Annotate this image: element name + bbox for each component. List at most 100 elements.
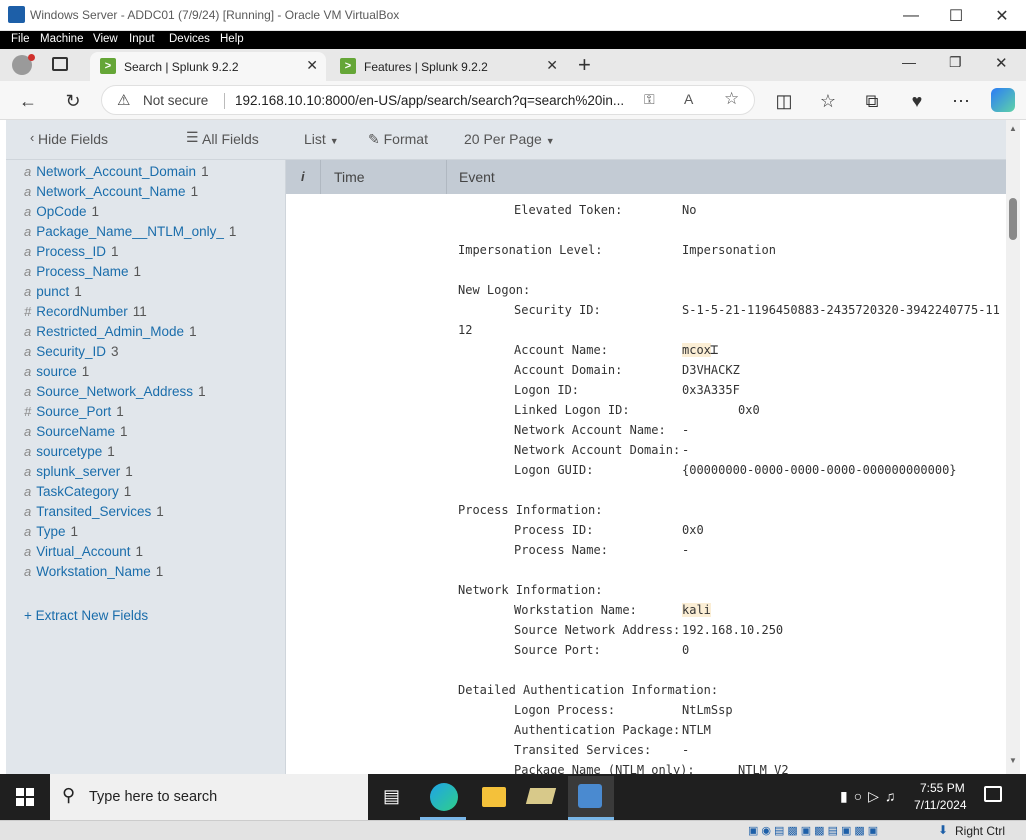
field-item[interactable]: a Restricted_Admin_Mode 1: [24, 324, 197, 339]
format-button[interactable]: ✎ Format: [368, 131, 428, 148]
field-item[interactable]: a Source_Network_Address 1: [24, 384, 206, 399]
windows-start-icon[interactable]: [16, 788, 34, 806]
field-item[interactable]: a Network_Account_Name 1: [24, 184, 198, 199]
close-icon[interactable]: ✕: [979, 0, 1025, 31]
field-item[interactable]: a Transited_Services 1: [24, 504, 164, 519]
minimize-icon[interactable]: —: [902, 54, 916, 70]
field-item[interactable]: a Security_ID 3: [24, 344, 119, 359]
field-name[interactable]: Type: [36, 524, 65, 539]
field-item[interactable]: a Virtual_Account 1: [24, 544, 143, 559]
field-name[interactable]: Restricted_Admin_Mode: [36, 324, 184, 339]
field-item[interactable]: a Network_Account_Domain 1: [24, 164, 209, 179]
field-name[interactable]: sourcetype: [36, 444, 102, 459]
browser-essentials-icon[interactable]: ♥: [905, 89, 929, 113]
task-view-icon[interactable]: ▤: [383, 786, 400, 807]
field-item[interactable]: a Process_ID 1: [24, 244, 119, 259]
notification-icon[interactable]: [984, 786, 1002, 802]
results-scrollbar[interactable]: ▲ ▼: [1006, 120, 1020, 774]
column-info[interactable]: i: [301, 169, 305, 184]
server-manager-icon[interactable]: [525, 788, 557, 804]
field-name[interactable]: Security_ID: [36, 344, 106, 359]
chevron-left-icon[interactable]: ‹: [30, 130, 34, 145]
field-name[interactable]: RecordNumber: [36, 304, 128, 319]
all-fields-button[interactable]: All Fields: [202, 131, 259, 147]
refresh-icon[interactable]: ↻: [61, 89, 85, 113]
field-name[interactable]: Package_Name__NTLM_only_: [36, 224, 224, 239]
list-view-dropdown[interactable]: List ▼: [304, 131, 339, 147]
favorites-icon[interactable]: ☆: [816, 89, 840, 113]
field-name[interactable]: punct: [36, 284, 69, 299]
field-name[interactable]: Workstation_Name: [36, 564, 151, 579]
field-name[interactable]: Transited_Services: [36, 504, 151, 519]
field-name[interactable]: Source_Port: [36, 404, 111, 419]
copilot-icon[interactable]: [991, 88, 1015, 112]
field-item[interactable]: a splunk_server 1: [24, 464, 133, 479]
field-item[interactable]: a Process_Name 1: [24, 264, 141, 279]
maximize-icon[interactable]: ☐: [933, 0, 979, 31]
new-tab-icon[interactable]: +: [578, 52, 591, 78]
close-tab-icon[interactable]: ✕: [546, 57, 558, 74]
tray-icons[interactable]: ▮○▷♫: [840, 788, 901, 805]
field-item[interactable]: a OpCode 1: [24, 204, 99, 219]
favorite-star-icon[interactable]: ☆: [724, 89, 739, 109]
collections-icon[interactable]: ⧉: [860, 89, 884, 113]
close-icon[interactable]: ✕: [995, 54, 1008, 72]
field-name[interactable]: source: [36, 364, 77, 379]
per-page-dropdown[interactable]: 20 Per Page ▼: [464, 131, 555, 147]
field-name[interactable]: Source_Network_Address: [36, 384, 193, 399]
field-item[interactable]: a Workstation_Name 1: [24, 564, 163, 579]
key-icon[interactable]: ⚿: [644, 91, 655, 108]
field-item[interactable]: a Package_Name__NTLM_only_ 1: [24, 224, 236, 239]
field-item[interactable]: a Type 1: [24, 524, 78, 539]
field-item[interactable]: a TaskCategory 1: [24, 484, 131, 499]
field-name[interactable]: TaskCategory: [36, 484, 119, 499]
field-name[interactable]: Virtual_Account: [36, 544, 130, 559]
event-field-value-highlighted[interactable]: mcox: [682, 343, 711, 357]
field-item[interactable]: a SourceName 1: [24, 424, 128, 439]
field-name[interactable]: Network_Account_Domain: [36, 164, 196, 179]
menu-file[interactable]: File: [11, 33, 30, 45]
tab-search-splunk[interactable]: > Search | Splunk 9.2.2 ✕: [90, 52, 326, 81]
tab-actions-icon[interactable]: [52, 57, 68, 71]
scroll-up-icon[interactable]: ▲: [1009, 124, 1017, 133]
split-screen-icon[interactable]: ◫: [772, 89, 796, 113]
edge-app-icon[interactable]: [430, 783, 458, 811]
scrollbar-thumb[interactable]: [1009, 198, 1017, 240]
security-status[interactable]: Not secure: [143, 93, 208, 108]
menu-input[interactable]: Input: [129, 33, 155, 45]
close-tab-icon[interactable]: ✕: [306, 57, 318, 74]
menu-help[interactable]: Help: [220, 33, 244, 45]
address-bar[interactable]: ⚠ Not secure 192.168.10.10:8000/en-US/ap…: [101, 85, 755, 115]
field-name[interactable]: splunk_server: [36, 464, 120, 479]
field-name[interactable]: OpCode: [36, 204, 86, 219]
field-item[interactable]: # RecordNumber 11: [24, 304, 147, 319]
field-name[interactable]: Network_Account_Name: [36, 184, 185, 199]
field-name[interactable]: Process_ID: [36, 244, 106, 259]
more-options-icon[interactable]: ⋯: [949, 89, 973, 113]
field-name[interactable]: SourceName: [36, 424, 115, 439]
scroll-down-icon[interactable]: ▼: [1009, 756, 1017, 765]
device-status-icons[interactable]: ▣◉▤▩▣▩▤▣▩▣: [748, 824, 881, 837]
restore-icon[interactable]: ❐: [949, 54, 962, 71]
field-item[interactable]: a punct 1: [24, 284, 82, 299]
tab-features-splunk[interactable]: > Features | Splunk 9.2.2 ✕: [330, 52, 566, 81]
field-item[interactable]: a sourcetype 1: [24, 444, 115, 459]
read-aloud-icon[interactable]: A: [684, 91, 693, 107]
taskbar-search[interactable]: ⚲ Type here to search: [50, 774, 368, 820]
menu-devices[interactable]: Devices: [169, 33, 210, 45]
field-item[interactable]: a source 1: [24, 364, 89, 379]
file-explorer-icon[interactable]: [482, 787, 506, 807]
hide-fields-button[interactable]: Hide Fields: [38, 131, 108, 147]
menu-machine[interactable]: Machine: [40, 33, 83, 45]
minimize-icon[interactable]: —: [888, 0, 934, 31]
column-event[interactable]: Event: [459, 169, 495, 185]
column-time[interactable]: Time: [334, 169, 365, 185]
clock-time[interactable]: 7:55 PM: [920, 781, 965, 795]
back-icon[interactable]: ←: [16, 89, 40, 113]
event-field-value-highlighted[interactable]: kali: [682, 603, 711, 617]
field-name[interactable]: Process_Name: [36, 264, 128, 279]
clock-date[interactable]: 7/11/2024: [914, 798, 967, 812]
menu-view[interactable]: View: [93, 33, 118, 45]
url-text[interactable]: 192.168.10.10:8000/en-US/app/search/sear…: [235, 93, 624, 108]
extract-new-fields-link[interactable]: + Extract New Fields: [24, 608, 148, 623]
